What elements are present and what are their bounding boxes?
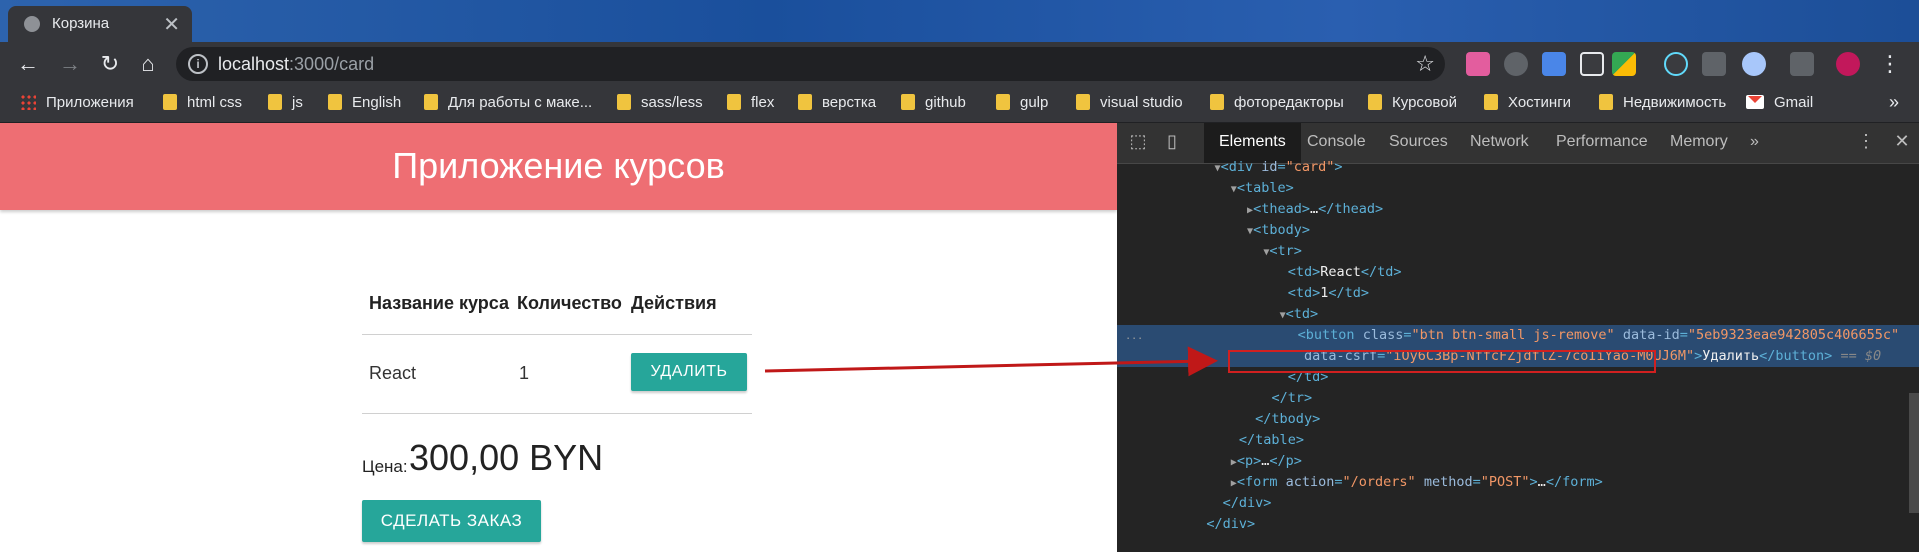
annotation-arrow: [764, 346, 1218, 377]
